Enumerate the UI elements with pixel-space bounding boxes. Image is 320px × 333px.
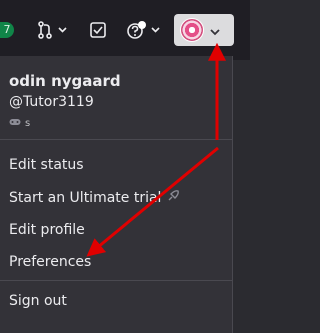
help-button[interactable] xyxy=(126,16,160,44)
avatar xyxy=(180,18,204,42)
edit-profile-item[interactable]: Edit profile xyxy=(9,222,85,238)
todo-checkbox-icon xyxy=(90,22,106,38)
controller-icon xyxy=(9,118,21,129)
chevron-down-icon xyxy=(58,27,67,33)
preferences-item[interactable]: Preferences xyxy=(9,254,91,270)
edit-status-item[interactable]: Edit status xyxy=(9,157,84,173)
sign-out-item[interactable]: Sign out xyxy=(9,293,67,309)
chevron-down-icon xyxy=(151,27,160,33)
count-badge[interactable]: 7 xyxy=(0,22,14,38)
user-handle: @Tutor3119 xyxy=(9,94,94,110)
rocket-icon xyxy=(167,190,180,206)
todos-button[interactable] xyxy=(90,16,106,44)
merge-requests-button[interactable] xyxy=(37,16,67,44)
user-name: odin nygaard xyxy=(9,72,121,90)
divider xyxy=(0,280,232,281)
user-status: s xyxy=(9,118,30,129)
help-icon xyxy=(126,21,146,39)
chevron-down-icon xyxy=(210,21,220,40)
user-status-text: s xyxy=(25,118,31,129)
divider xyxy=(0,139,232,140)
top-navigation-bar: 7 xyxy=(0,0,250,60)
user-menu-button[interactable] xyxy=(174,14,234,46)
merge-request-icon xyxy=(37,21,53,39)
ultimate-trial-label: Start an Ultimate trial xyxy=(9,190,162,206)
user-menu-dropdown: odin nygaard @Tutor3119 s Edit status St… xyxy=(0,56,233,333)
ultimate-trial-item[interactable]: Start an Ultimate trial xyxy=(9,190,180,206)
